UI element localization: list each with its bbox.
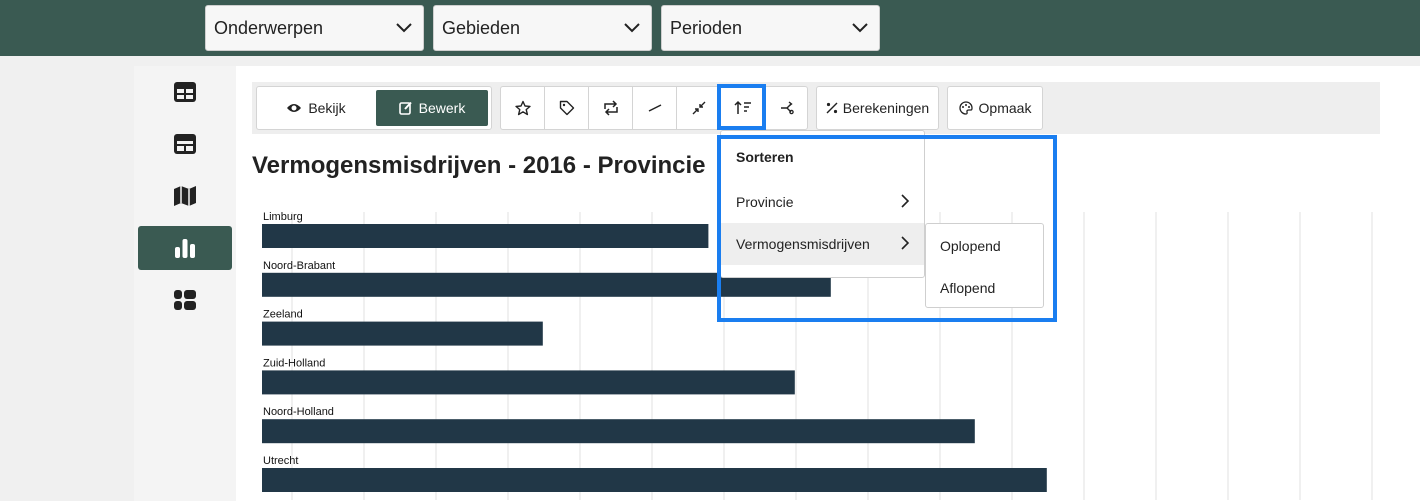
- trendline-button[interactable]: [633, 87, 677, 129]
- view-mode-toggle: Bekijk Bewerk: [256, 86, 492, 130]
- chevron-down-icon: [396, 23, 412, 33]
- swap-icon: [604, 100, 618, 116]
- berekeningen-button[interactable]: Berekeningen: [816, 86, 939, 130]
- bar-chart-icon: [175, 239, 195, 258]
- sort-button-highlight: [717, 84, 766, 130]
- collapse-button[interactable]: [677, 87, 721, 129]
- grid-icon: [174, 290, 196, 310]
- bewerk-button[interactable]: Bewerk: [376, 90, 488, 126]
- line-icon: [648, 104, 662, 112]
- bar[interactable]: [262, 370, 795, 395]
- page-title: Vermogensmisdrijven - 2016 - Provincie: [252, 152, 706, 179]
- category-label: Noord-Holland: [263, 406, 334, 418]
- filter-onderwerpen[interactable]: Onderwerpen: [205, 5, 424, 51]
- sort-menu-highlight: [717, 135, 1057, 322]
- sidebar-item-dashboard[interactable]: [138, 122, 232, 166]
- berekeningen-label: Berekeningen: [842, 100, 930, 116]
- edit-icon: [398, 101, 412, 115]
- chevron-down-icon: [852, 23, 868, 33]
- category-label: Zuid-Holland: [263, 357, 325, 369]
- percent-icon: [826, 102, 838, 114]
- category-label: Utrecht: [263, 455, 298, 467]
- label-button[interactable]: [545, 87, 589, 129]
- share-icon: [781, 101, 794, 115]
- filter-gebieden-label: Gebieden: [442, 17, 521, 38]
- tag-icon: [559, 100, 575, 116]
- bar[interactable]: [262, 321, 543, 346]
- eye-icon: [287, 104, 302, 112]
- bewerk-label: Bewerk: [418, 100, 466, 116]
- filter-perioden-label: Perioden: [670, 17, 743, 38]
- bar[interactable]: [262, 419, 975, 444]
- favorite-button[interactable]: [501, 87, 545, 129]
- category-label: Zeeland: [263, 309, 303, 321]
- bar[interactable]: [262, 224, 709, 248]
- dashboard-icon: [174, 134, 196, 154]
- filter-onderwerpen-label: Onderwerpen: [214, 17, 324, 38]
- map-icon: [174, 186, 196, 206]
- category-label: Limburg: [263, 211, 303, 223]
- sidebar-item-map[interactable]: [138, 174, 232, 218]
- share-button[interactable]: [765, 87, 809, 129]
- sidebar-item-table[interactable]: [138, 70, 232, 114]
- palette-icon: [958, 101, 973, 115]
- filter-gebieden[interactable]: Gebieden: [433, 5, 652, 51]
- sidebar-item-grid[interactable]: [138, 278, 232, 322]
- table-icon: [174, 82, 196, 102]
- bekijk-label: Bekijk: [308, 100, 346, 116]
- swap-axes-button[interactable]: [589, 87, 633, 129]
- opmaak-button[interactable]: Opmaak: [947, 86, 1043, 130]
- category-label: Noord-Brabant: [263, 260, 335, 272]
- sidebar-item-chart[interactable]: [138, 226, 232, 270]
- opmaak-label: Opmaak: [978, 100, 1032, 116]
- sidebar: [134, 66, 236, 501]
- collapse-icon: [692, 101, 706, 115]
- chevron-down-icon: [624, 23, 640, 33]
- star-icon: [515, 100, 531, 116]
- filter-perioden[interactable]: Perioden: [661, 5, 880, 51]
- bar[interactable]: [262, 468, 1047, 492]
- bekijk-button[interactable]: Bekijk: [257, 87, 375, 129]
